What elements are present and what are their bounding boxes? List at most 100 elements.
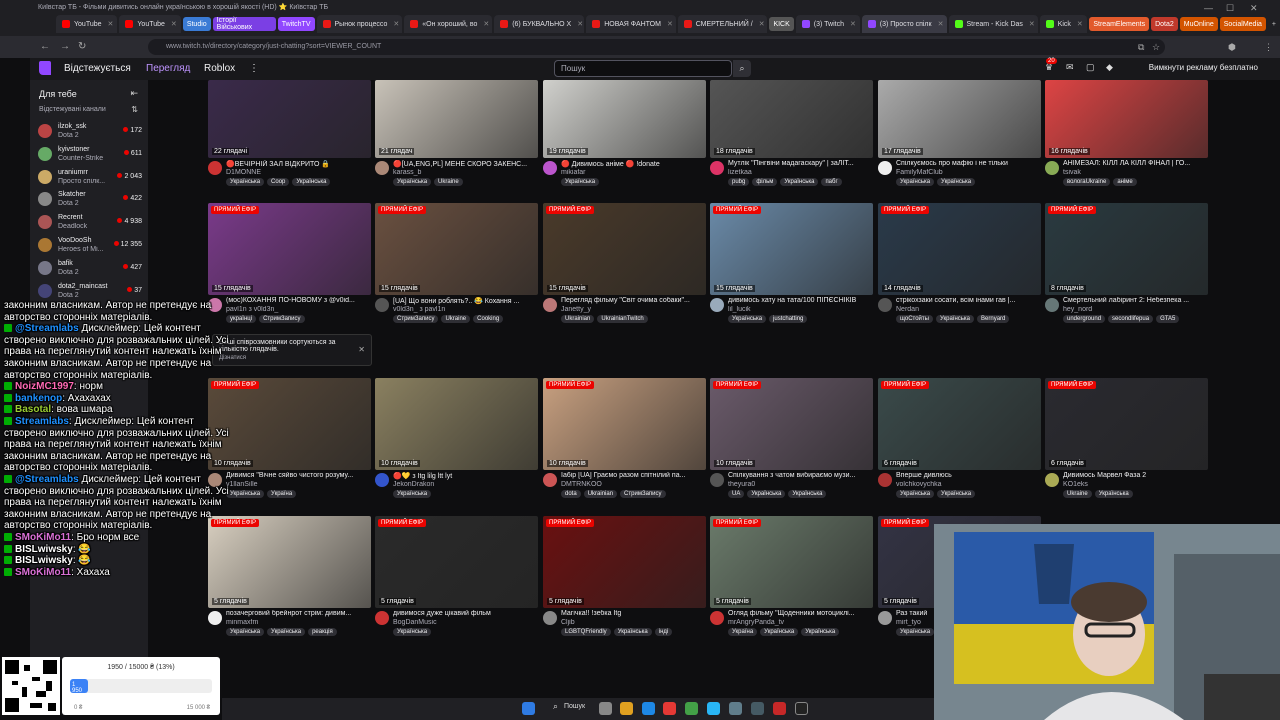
stream-card[interactable]: ПРЯМИЙ ЕФІР 10 глядачів Спілкування з чато… — [710, 378, 873, 508]
tooltip-link[interactable]: Дізнатися — [219, 355, 365, 361]
back-icon[interactable]: ← — [40, 41, 50, 52]
stream-title[interactable]: дивимось хату на тата/100 ПІПЄСНІКІВ — [728, 297, 873, 304]
tag[interactable]: Українська — [937, 178, 976, 186]
tab-close-icon[interactable]: ✕ — [759, 20, 765, 28]
stream-thumbnail[interactable]: ПРЯМИЙ ЕФІР 5 глядачів — [710, 516, 873, 608]
channel-name[interactable]: hey_nord — [1063, 306, 1208, 313]
tag[interactable]: GTA5 — [1156, 315, 1180, 323]
tab-close-icon[interactable]: ✕ — [393, 20, 399, 28]
stream-thumbnail[interactable]: ПРЯМИЙ ЕФІР 15 глядачів — [375, 203, 538, 295]
stream-card[interactable]: ПРЯМИЙ ЕФІР 5 глядачів Магічка!! !зебка It… — [543, 516, 706, 646]
stream-thumbnail[interactable]: 21 глядач — [375, 80, 538, 158]
extensions-icon[interactable]: ⬢ — [1228, 42, 1238, 52]
stream-card[interactable]: ПРЯМИЙ ЕФІР 15 глядачів Перегляд фільму "С… — [543, 203, 706, 333]
tag[interactable]: інді — [654, 628, 673, 636]
stream-card[interactable]: ПРЯМИЙ ЕФІР 5 глядачів Огляд фільму "Щоден… — [710, 516, 873, 646]
channel-avatar[interactable] — [375, 611, 389, 625]
tag[interactable]: Українська — [393, 628, 432, 636]
stream-title[interactable]: Смертельний лабіринт 2: Небезпека ... — [1063, 297, 1208, 304]
channel-name[interactable]: mikiafar — [561, 169, 706, 176]
stream-thumbnail[interactable]: ПРЯМИЙ ЕФІР 10 глядачів — [710, 378, 873, 470]
channel-name[interactable]: BogDanMusic — [393, 619, 538, 626]
twitch-logo-icon[interactable] — [39, 61, 51, 75]
tab-close-icon[interactable]: ✕ — [667, 20, 673, 28]
channel-avatar[interactable] — [710, 161, 724, 175]
tab-close-icon[interactable]: ✕ — [850, 20, 856, 28]
channel-avatar[interactable] — [375, 298, 389, 312]
channel-avatar[interactable] — [543, 473, 557, 487]
browser-tab[interactable]: YouTube ✕ — [56, 15, 118, 33]
stream-title[interactable]: 🔴ВЕЧІРНІЙ ЗАЛ ВІДКРИТО 🔒 — [226, 160, 371, 168]
channel-name[interactable]: minmaxfm — [226, 619, 371, 626]
tag[interactable]: Українська — [393, 490, 432, 498]
tag[interactable]: Українська — [896, 490, 935, 498]
bookmark-star-icon[interactable]: ☆ — [1152, 42, 1162, 52]
sidebar-channel[interactable]: ilzok_ssk Dota 2 172 — [38, 121, 142, 143]
tag[interactable]: Українська — [267, 628, 306, 636]
obs-studio-icon[interactable] — [795, 702, 808, 715]
browser-tab[interactable]: (6) БУКВАЛЬНО Х ✕ — [494, 15, 585, 33]
tag[interactable]: UkrainianTwitch — [597, 315, 648, 323]
browser-tab[interactable]: YouTube ✕ — [119, 15, 181, 33]
channel-name[interactable]: Janetty_y — [561, 306, 706, 313]
stream-card[interactable]: ПРЯМИЙ ЕФІР 5 глядачів позачерговий брейнр… — [208, 516, 371, 646]
stream-thumbnail[interactable]: ПРЯМИЙ ЕФІР 10 глядачів — [208, 378, 371, 470]
channel-name[interactable]: D1MONNE — [226, 169, 371, 176]
channel-avatar[interactable] — [1045, 473, 1059, 487]
tab-group-badge[interactable]: Історії Військових — [212, 17, 276, 31]
tag[interactable]: вологаUkraine — [1063, 178, 1111, 186]
tag[interactable]: Українська — [613, 628, 652, 636]
browser-tab[interactable]: НОВАЯ ФАНТОМ ✕ — [586, 15, 676, 33]
stream-thumbnail[interactable]: ПРЯМИЙ ЕФІР 5 глядачів — [208, 516, 371, 608]
tag[interactable]: UA — [728, 490, 745, 498]
stream-card[interactable]: ПРЯМИЙ ЕФІР 10 глядачів Дивимся "Вічне сяй… — [208, 378, 371, 508]
tag[interactable]: Ukrainian — [561, 315, 595, 323]
browser-tab[interactable]: Kick ✕ — [1039, 15, 1088, 33]
tag[interactable]: Українська — [747, 490, 786, 498]
edge-icon[interactable] — [642, 702, 655, 715]
install-icon[interactable]: ⧉ — [1138, 42, 1148, 52]
tab-close-icon[interactable]: ✕ — [577, 20, 583, 28]
tag[interactable]: underground — [1063, 315, 1106, 323]
tag[interactable]: Українська — [561, 178, 600, 186]
forward-icon[interactable]: → — [60, 41, 70, 52]
task-view-icon[interactable] — [599, 702, 612, 715]
channel-avatar[interactable] — [375, 161, 389, 175]
more-icon[interactable]: ⋮ — [249, 63, 259, 74]
file-explorer-icon[interactable] — [620, 702, 633, 715]
sidebar-channel[interactable]: Skatcher Dota 2 422 — [38, 189, 142, 211]
tag[interactable]: pubg — [728, 178, 750, 186]
browser-tab[interactable]: «Он хороший, во ✕ — [404, 15, 493, 33]
channel-avatar[interactable] — [543, 611, 557, 625]
stream-title[interactable]: Ia6ip [UA] Граємо разом спітнілий па... — [561, 472, 706, 479]
stream-card[interactable]: 16 глядачів АНІМЕЗАЛ: КІЛЛ ЛА КІЛЛ ФІНАЛ … — [1045, 80, 1208, 196]
tag[interactable]: фільм — [752, 178, 778, 186]
channel-name[interactable]: Nerdan — [896, 306, 1041, 313]
tab-group-badge[interactable]: StreamElements — [1089, 17, 1150, 31]
stream-card[interactable]: ПРЯМИЙ ЕФІР 14 глядачів стрікохзаки сосати… — [878, 203, 1041, 333]
channel-avatar[interactable] — [1045, 298, 1059, 312]
channel-avatar[interactable] — [208, 161, 222, 175]
channel-name[interactable]: v0ld3n_ з pavl1n — [393, 306, 538, 313]
tag[interactable]: Українська — [788, 490, 827, 498]
new-tab-icon[interactable]: + — [1268, 17, 1280, 31]
stream-title[interactable]: стрікохзаки сосати, всім інами гав |... — [896, 297, 1041, 304]
stream-card[interactable]: 10 глядачів 🔴💛 з Itg lilg ltt lyt JekonDra… — [375, 378, 538, 508]
stream-title[interactable]: (мос)КОХАННЯ ПО-НОВОМУ з @v0id... — [226, 297, 371, 304]
channel-avatar[interactable] — [878, 298, 892, 312]
tab-close-icon[interactable]: ✕ — [938, 20, 944, 28]
stream-card[interactable]: 17 глядачів Спілкуємось про мафію і не ті… — [878, 80, 1041, 196]
tag[interactable]: Ukraine — [441, 315, 471, 323]
tab-group-badge[interactable]: SocialMedia — [1219, 17, 1266, 31]
bits-icon[interactable]: ◆ — [1106, 62, 1113, 73]
tag[interactable]: Coop — [267, 178, 290, 186]
channel-name[interactable]: volchkovychka — [896, 481, 1041, 488]
channel-avatar[interactable] — [543, 161, 557, 175]
channel-avatar[interactable] — [878, 161, 892, 175]
tag[interactable]: СтримЗапису — [393, 315, 439, 323]
tag[interactable]: Українська — [728, 315, 767, 323]
search-input[interactable]: Пошук — [554, 60, 732, 77]
stream-card[interactable]: ПРЯМИЙ ЕФІР 10 глядачів Ia6ip [UA] Граємо … — [543, 378, 706, 508]
ad-free-button[interactable]: Вимкнути рекламу безплатно — [1149, 63, 1258, 72]
stream-title[interactable]: Спілкуємось про мафію і не тільки — [896, 160, 1041, 167]
